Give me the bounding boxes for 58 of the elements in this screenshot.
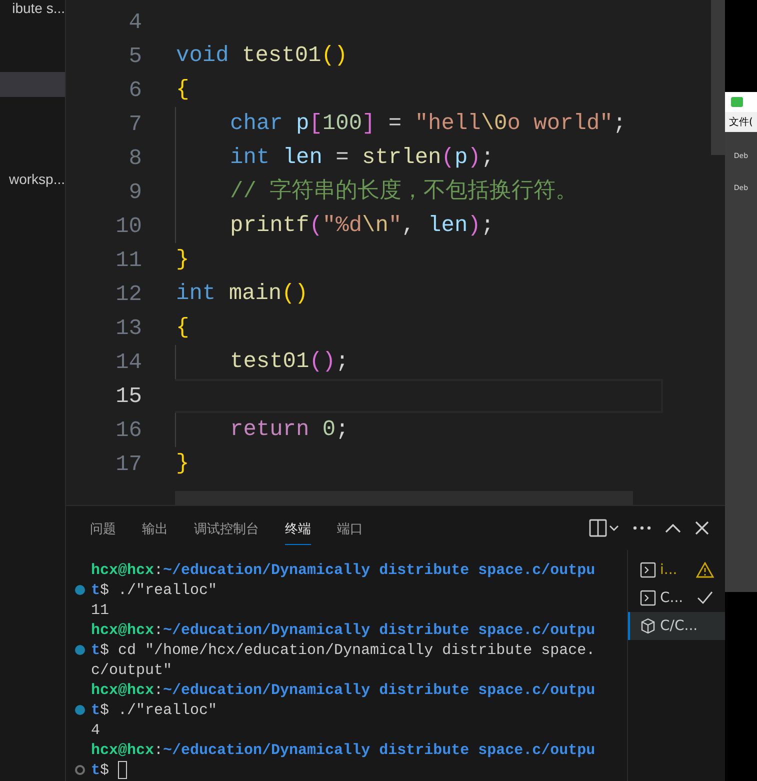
code-line: printf("%d\n", len); — [175, 209, 494, 243]
line-number: 14 — [114, 350, 142, 374]
line-number: 15 — [114, 384, 142, 408]
app-logo-icon — [731, 97, 743, 107]
line-number: 17 — [114, 452, 142, 476]
code-line: int main() — [175, 280, 308, 308]
line-number: 12 — [114, 282, 142, 306]
panel-tab[interactable]: 终端 — [285, 512, 311, 544]
terminal-line: t$ — [91, 762, 110, 778]
line-number: 5 — [128, 44, 142, 68]
terminal-line: hcx@hcx:~/education/Dynamically distribute space.c/outpu — [91, 562, 596, 578]
split-icon[interactable] — [589, 519, 619, 537]
terminal-line: hcx@hcx:~/education/Dynamically distribute space.c/outpu — [91, 682, 596, 698]
terminal-line: 11 — [91, 602, 110, 618]
code-line: test01(); — [175, 345, 349, 379]
panel-tab[interactable]: 调试控制台 — [194, 512, 259, 544]
close-icon[interactable] — [695, 521, 709, 535]
code-line: { — [175, 76, 190, 104]
terminal-line: t$ ./"realloc" — [91, 582, 218, 598]
sidebar-item[interactable]: ibute s... — [0, 0, 65, 16]
code-line: { — [175, 314, 190, 342]
line-number: 16 — [114, 418, 142, 442]
line-number: 10 — [114, 214, 142, 238]
line-number: 8 — [128, 146, 142, 170]
code-line: // 字符串的长度，不包括换行符。 — [175, 175, 578, 209]
terminal-icon — [640, 590, 656, 606]
cube-icon — [640, 618, 656, 634]
panel-tab[interactable]: 问题 — [90, 512, 116, 544]
terminal-list-item[interactable]: i... — [628, 556, 725, 584]
check-icon — [696, 590, 714, 606]
chevron-up-icon[interactable] — [665, 523, 681, 533]
code-line: } — [175, 450, 190, 478]
line-number: 6 — [128, 78, 142, 102]
line-number: 11 — [114, 248, 142, 272]
terminal-line: hcx@hcx:~/education/Dynamically distribute space.c/outpu — [91, 622, 596, 638]
code-line: return 0; — [175, 413, 349, 447]
terminal-line: t$ cd "/home/hcx/education/Dynamically distribute space. — [91, 642, 596, 658]
code-line: } — [175, 246, 190, 274]
line-number: 13 — [114, 316, 142, 340]
terminal-list-item[interactable]: C/C... — [628, 612, 725, 640]
sidebar-item[interactable]: worksp... — [0, 97, 65, 187]
terminal-list-item[interactable]: C... — [628, 584, 725, 612]
panel-tab[interactable]: 输出 — [142, 512, 168, 544]
terminal-line: t$ ./"realloc" — [91, 702, 218, 718]
terminal-line: c/output" — [91, 662, 172, 678]
line-number: 7 — [128, 112, 142, 136]
line-number: 9 — [128, 180, 142, 204]
terminal-line: hcx@hcx:~/education/Dynamically distribute space.c/outpu — [91, 742, 596, 758]
warning-icon — [696, 562, 714, 578]
vertical-scrollbar[interactable] — [711, 0, 725, 155]
panel-tab[interactable]: 端口 — [337, 512, 363, 544]
terminal-line: 4 — [91, 722, 100, 738]
terminal-icon — [640, 562, 656, 578]
code-line: char p[100] = "hell\0o world"; — [175, 107, 626, 141]
more-icon[interactable] — [633, 526, 651, 530]
code-line: void test01() — [175, 42, 348, 70]
line-number: 4 — [128, 10, 142, 34]
code-line: int len = strlen(p); — [175, 141, 494, 175]
